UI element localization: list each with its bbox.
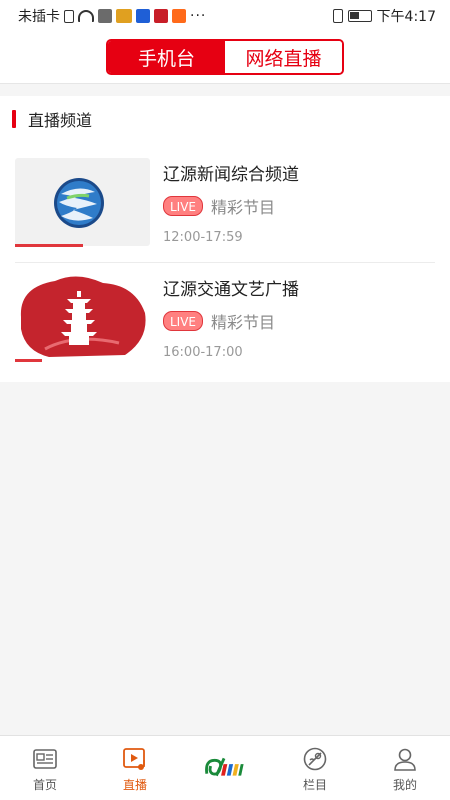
app-notification-icon — [98, 9, 112, 23]
progress-bar — [15, 359, 150, 362]
live-line: LIVE 精彩节目 — [163, 194, 275, 218]
nav-mine[interactable]: 我的 — [360, 736, 450, 800]
live-badge: LIVE — [163, 196, 204, 216]
program-time: 16:00-17:00 — [163, 345, 243, 360]
app-notification-icon — [136, 9, 150, 23]
nav-label: 首页 — [32, 778, 57, 792]
nav-home[interactable]: 首页 — [0, 736, 90, 800]
channel-panel: 直播频道 辽源新闻综合频道 LIVE 精彩节目 12:00-17:59 辽源交通… — [0, 96, 450, 382]
tv-logo-icon — [54, 178, 104, 228]
section-marker — [12, 110, 16, 128]
header: 手机台 网络直播 — [0, 32, 450, 84]
live-badge: LIVE — [163, 311, 204, 331]
center-logo-icon — [205, 757, 244, 777]
carrier-text: 未插卡 — [18, 9, 60, 25]
battery-icon — [347, 10, 372, 22]
news-icon — [33, 749, 57, 769]
bottom-nav: 首页 直播 栏目 我的 — [0, 735, 450, 800]
status-bar: 未插卡 ··· 下午4:17 — [0, 0, 450, 32]
program-time: 12:00-17:59 — [163, 230, 243, 245]
app-notification-icon — [116, 9, 132, 23]
wifi-icon — [78, 10, 94, 22]
nav-columns[interactable]: 栏目 — [270, 736, 360, 800]
vibrate-icon — [332, 9, 343, 23]
program-name: 精彩节目 — [211, 198, 276, 217]
columns-icon — [303, 747, 327, 771]
progress-fill — [15, 244, 83, 247]
live-play-icon — [123, 748, 145, 770]
clock: 下午4:17 — [376, 9, 436, 25]
nav-label: 栏目 — [302, 778, 327, 792]
channel-name: 辽源新闻综合频道 — [163, 165, 299, 185]
section-header: 直播频道 — [12, 106, 92, 132]
nav-label: 直播 — [122, 778, 147, 792]
app-notification-icon — [172, 9, 186, 23]
program-name: 精彩节目 — [211, 313, 276, 332]
channel-name: 辽源交通文艺广播 — [163, 280, 299, 300]
progress-bar — [15, 244, 150, 247]
tab-switcher: 手机台 网络直播 — [106, 39, 344, 75]
channel-thumbnail — [15, 273, 150, 361]
radio-logo-icon — [20, 276, 146, 357]
app-notification-icon — [154, 9, 168, 23]
tab-online-live[interactable]: 网络直播 — [225, 41, 342, 73]
channel-item[interactable]: 辽源交通文艺广播 LIVE 精彩节目 16:00-17:00 — [0, 263, 450, 381]
tab-mobile-station[interactable]: 手机台 — [108, 41, 225, 73]
nav-center-logo[interactable] — [180, 736, 270, 800]
nav-label: 我的 — [392, 778, 417, 792]
user-icon — [394, 748, 416, 771]
live-line: LIVE 精彩节目 — [163, 309, 275, 333]
channel-item[interactable]: 辽源新闻综合频道 LIVE 精彩节目 12:00-17:59 — [0, 148, 450, 266]
channel-thumbnail — [15, 158, 150, 246]
more-notifications-icon: ··· — [190, 8, 207, 24]
section-title: 直播频道 — [28, 111, 93, 130]
progress-fill — [15, 359, 42, 362]
nav-live[interactable]: 直播 — [90, 736, 180, 800]
sim-icon — [64, 9, 74, 23]
